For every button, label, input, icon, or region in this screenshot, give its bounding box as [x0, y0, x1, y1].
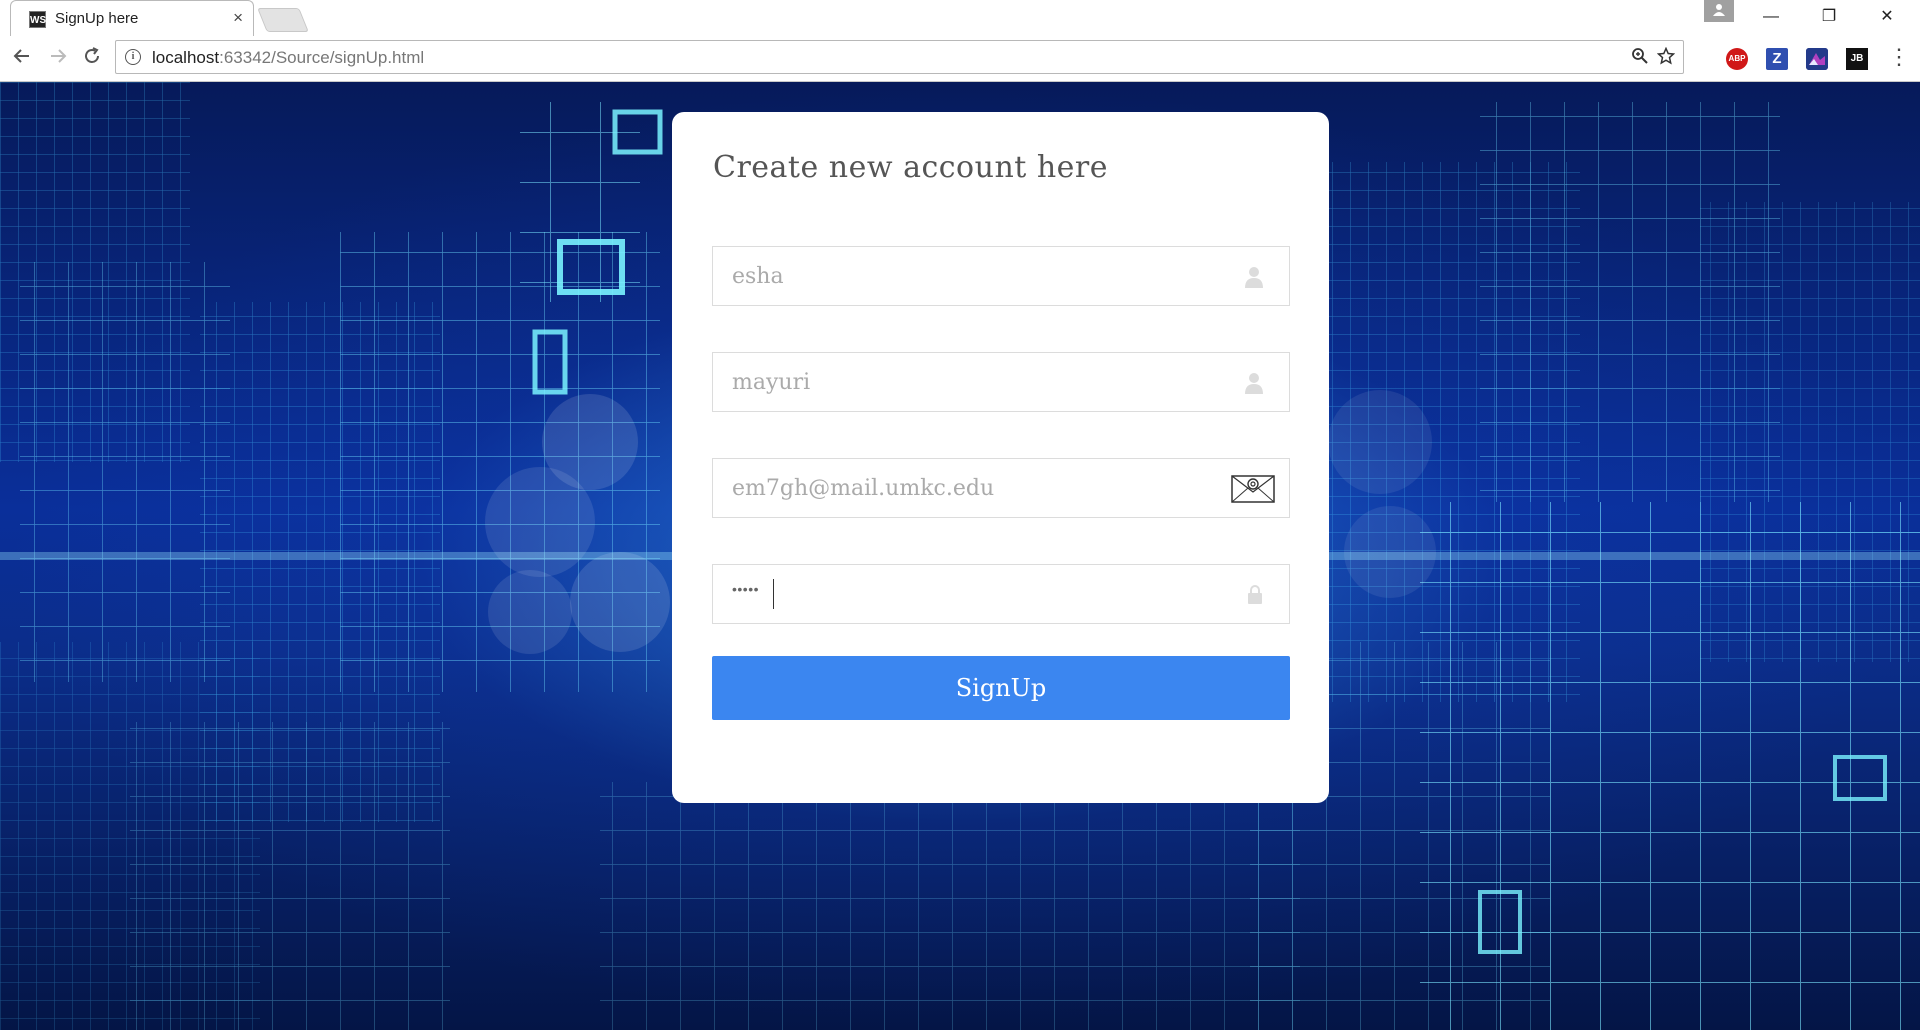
text-cursor: [773, 579, 774, 609]
signup-card: Create new account here •••••: [672, 112, 1329, 803]
restore-button[interactable]: ❐: [1800, 0, 1858, 34]
arrow-left-icon: [13, 49, 29, 63]
signup-button[interactable]: SignUp: [712, 656, 1290, 720]
user-icon: [1245, 373, 1263, 394]
z-extension-icon[interactable]: Z: [1766, 48, 1788, 70]
page-viewport: Create new account here •••••: [0, 82, 1920, 1030]
url-host: localhost: [152, 48, 220, 67]
email-field[interactable]: [712, 458, 1290, 518]
password-masked-value[interactable]: •••••: [732, 581, 759, 597]
first-name-field[interactable]: [712, 246, 1290, 306]
tab-strip: WS SignUp here × — ❐ ✕: [0, 0, 1920, 36]
minimize-button[interactable]: —: [1742, 0, 1800, 34]
last-name-input[interactable]: [713, 353, 1243, 411]
tab-title: SignUp here: [55, 10, 139, 27]
info-icon[interactable]: i: [125, 49, 141, 65]
zoom-icon[interactable]: [1631, 47, 1649, 71]
envelope-at-icon: [1231, 475, 1275, 503]
first-name-input[interactable]: [713, 247, 1243, 305]
reload-button[interactable]: [78, 45, 106, 73]
bookmark-star-icon[interactable]: [1656, 46, 1676, 71]
password-field[interactable]: •••••: [712, 564, 1290, 624]
tab-close-icon[interactable]: ×: [233, 8, 243, 28]
address-bar[interactable]: i localhost:63342/Source/signUp.html: [115, 40, 1684, 74]
close-window-button[interactable]: ✕: [1858, 0, 1916, 34]
email-input[interactable]: [713, 459, 1243, 517]
browser-menu-icon[interactable]: ⋮: [1888, 46, 1910, 72]
back-button[interactable]: [8, 45, 36, 73]
lock-icon: [1248, 585, 1262, 604]
url-text[interactable]: localhost:63342/Source/signUp.html: [152, 48, 424, 68]
forward-button[interactable]: [44, 45, 72, 73]
jetbrains-extension-icon[interactable]: JB: [1846, 48, 1868, 70]
extension-icon[interactable]: [1806, 48, 1828, 70]
person-icon: [1713, 4, 1725, 16]
url-path: :63342/Source/signUp.html: [219, 48, 425, 67]
new-tab-button[interactable]: [257, 8, 309, 32]
browser-tab[interactable]: WS SignUp here ×: [10, 0, 254, 36]
webstorm-favicon-icon: WS: [29, 11, 46, 28]
user-icon: [1245, 267, 1263, 288]
last-name-field[interactable]: [712, 352, 1290, 412]
profile-button[interactable]: [1704, 0, 1734, 22]
arrow-right-icon: [51, 49, 67, 63]
reload-icon: [85, 47, 99, 63]
form-title: Create new account here: [713, 150, 1109, 185]
adblock-plus-extension-icon[interactable]: ABP: [1726, 48, 1748, 70]
browser-toolbar: i localhost:63342/Source/signUp.html ABP…: [0, 36, 1920, 82]
